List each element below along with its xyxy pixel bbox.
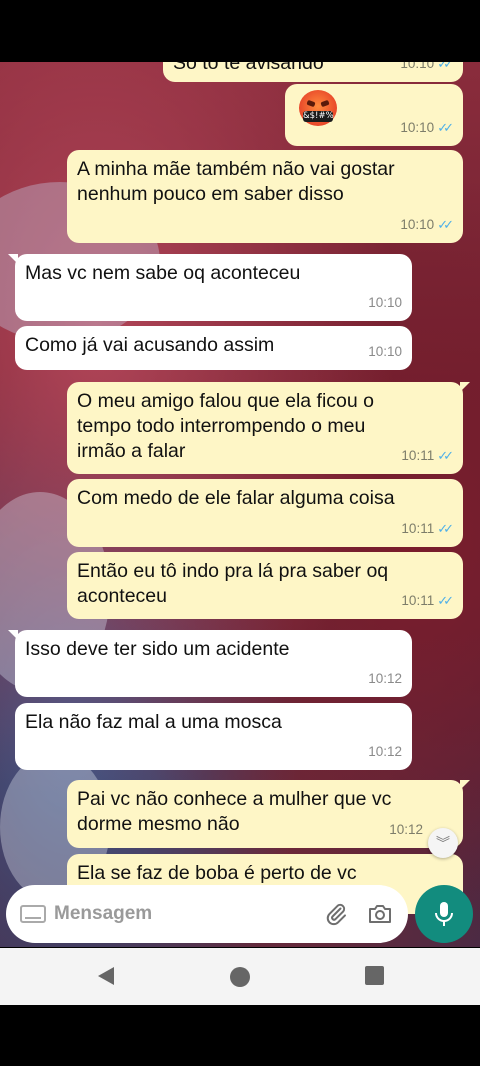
triangle-back-icon[interactable] bbox=[96, 966, 116, 991]
message-meta: 10:11 ✓✓ bbox=[401, 588, 454, 613]
message-text: Então eu tô indo pra lá pra saber oq aco… bbox=[77, 560, 389, 607]
message-meta: 10:11 ✓✓ bbox=[401, 516, 454, 541]
message-time: 10:11 bbox=[401, 521, 435, 536]
bubble-tail bbox=[8, 254, 18, 264]
read-ticks-icon: ✓✓ bbox=[437, 120, 454, 135]
double-chevron-down-icon[interactable]: ︾ bbox=[428, 828, 458, 858]
message-text: Mas vc nem sabe oq aconteceu bbox=[25, 262, 301, 284]
message-time: 10:11 bbox=[401, 593, 435, 608]
keyboard-icon[interactable] bbox=[20, 905, 46, 923]
message-time: 10:10 bbox=[368, 295, 402, 310]
paperclip-icon[interactable] bbox=[322, 900, 350, 928]
camera-icon[interactable] bbox=[366, 900, 394, 928]
message-input-bar[interactable]: Mensagem bbox=[6, 885, 408, 943]
bubble-tail bbox=[8, 630, 18, 640]
chat-area[interactable]: Só tô te avisando 10:10 ✓✓ &$!#% 10:10 ✓… bbox=[0, 62, 480, 947]
bubble-tail bbox=[460, 780, 470, 790]
message-meta: 10:12 bbox=[389, 817, 423, 842]
message-meta: 10:10 ✓✓ bbox=[400, 115, 454, 140]
message-bubble-incoming[interactable]: Ela não faz mal a uma mosca 10:12 bbox=[15, 703, 412, 770]
message-time: 10:10 bbox=[400, 120, 435, 135]
message-bubble-outgoing[interactable]: &$!#% 10:10 ✓✓ bbox=[285, 84, 463, 146]
message-bubble-incoming[interactable]: Isso deve ter sido um acidente 10:12 bbox=[8, 630, 412, 697]
message-bubble-outgoing[interactable]: Só tô te avisando 10:10 ✓✓ bbox=[163, 62, 463, 82]
message-bubble-outgoing[interactable]: O meu amigo falou que ela ficou o tempo … bbox=[67, 382, 470, 474]
status-bar-area bbox=[0, 0, 480, 62]
read-ticks-icon: ✓✓ bbox=[437, 448, 454, 463]
message-meta: 10:10 ✓✓ bbox=[400, 62, 454, 76]
bubble-tail bbox=[460, 382, 470, 392]
message-bubble-incoming[interactable]: Mas vc nem sabe oq aconteceu 10:10 bbox=[8, 254, 412, 321]
message-text: Com medo de ele falar alguma coisa bbox=[77, 487, 395, 509]
circle-home-icon[interactable] bbox=[229, 966, 251, 993]
message-meta: 10:10 bbox=[368, 339, 402, 364]
read-ticks-icon: ✓✓ bbox=[437, 593, 454, 608]
message-time: 10:10 bbox=[368, 344, 402, 359]
message-meta: 10:10 bbox=[368, 290, 402, 315]
message-time: 10:10 bbox=[400, 217, 435, 232]
message-meta: 10:12 bbox=[368, 666, 402, 691]
message-text: A minha mãe também não vai gostar nenhum… bbox=[77, 158, 395, 205]
message-input[interactable]: Mensagem bbox=[54, 903, 306, 925]
message-text: Como já vai acusando assim bbox=[25, 334, 275, 356]
message-text: Isso deve ter sido um acidente bbox=[25, 638, 290, 660]
message-text: O meu amigo falou que ela ficou o tempo … bbox=[77, 390, 375, 462]
message-meta: 10:12 bbox=[368, 739, 402, 764]
angry-face-emoji-icon: &$!#% bbox=[299, 90, 337, 126]
message-bubble-outgoing[interactable]: A minha mãe também não vai gostar nenhum… bbox=[67, 150, 463, 243]
message-time: 10:12 bbox=[368, 744, 402, 759]
square-recents-icon[interactable] bbox=[365, 966, 384, 990]
message-time: 10:11 bbox=[401, 448, 435, 463]
message-bubble-outgoing[interactable]: Com medo de ele falar alguma coisa 10:11… bbox=[67, 479, 463, 547]
system-navigation-bar bbox=[0, 948, 480, 1005]
message-time: 10:10 bbox=[400, 62, 435, 71]
message-meta: 10:11 ✓✓ bbox=[401, 443, 454, 468]
microphone-icon[interactable] bbox=[415, 885, 473, 943]
message-bubble-outgoing[interactable]: Pai vc não conhece a mulher que vc dorme… bbox=[67, 780, 470, 848]
bottom-bezel bbox=[0, 1005, 480, 1066]
message-text: Ela não faz mal a uma mosca bbox=[25, 711, 282, 733]
message-time: 10:12 bbox=[368, 671, 402, 686]
message-time: 10:12 bbox=[389, 822, 423, 837]
read-ticks-icon: ✓✓ bbox=[437, 217, 454, 232]
emoji-symbols: &$!#% bbox=[303, 111, 334, 122]
message-bubble-outgoing[interactable]: Então eu tô indo pra lá pra saber oq aco… bbox=[67, 552, 463, 619]
message-bubble-incoming[interactable]: Como já vai acusando assim 10:10 bbox=[15, 326, 412, 370]
read-ticks-icon: ✓✓ bbox=[437, 62, 454, 71]
message-text: Ela se faz de boba é perto de vc bbox=[77, 862, 357, 884]
read-ticks-icon: ✓✓ bbox=[437, 521, 454, 536]
message-meta: 10:10 ✓✓ bbox=[400, 212, 454, 237]
